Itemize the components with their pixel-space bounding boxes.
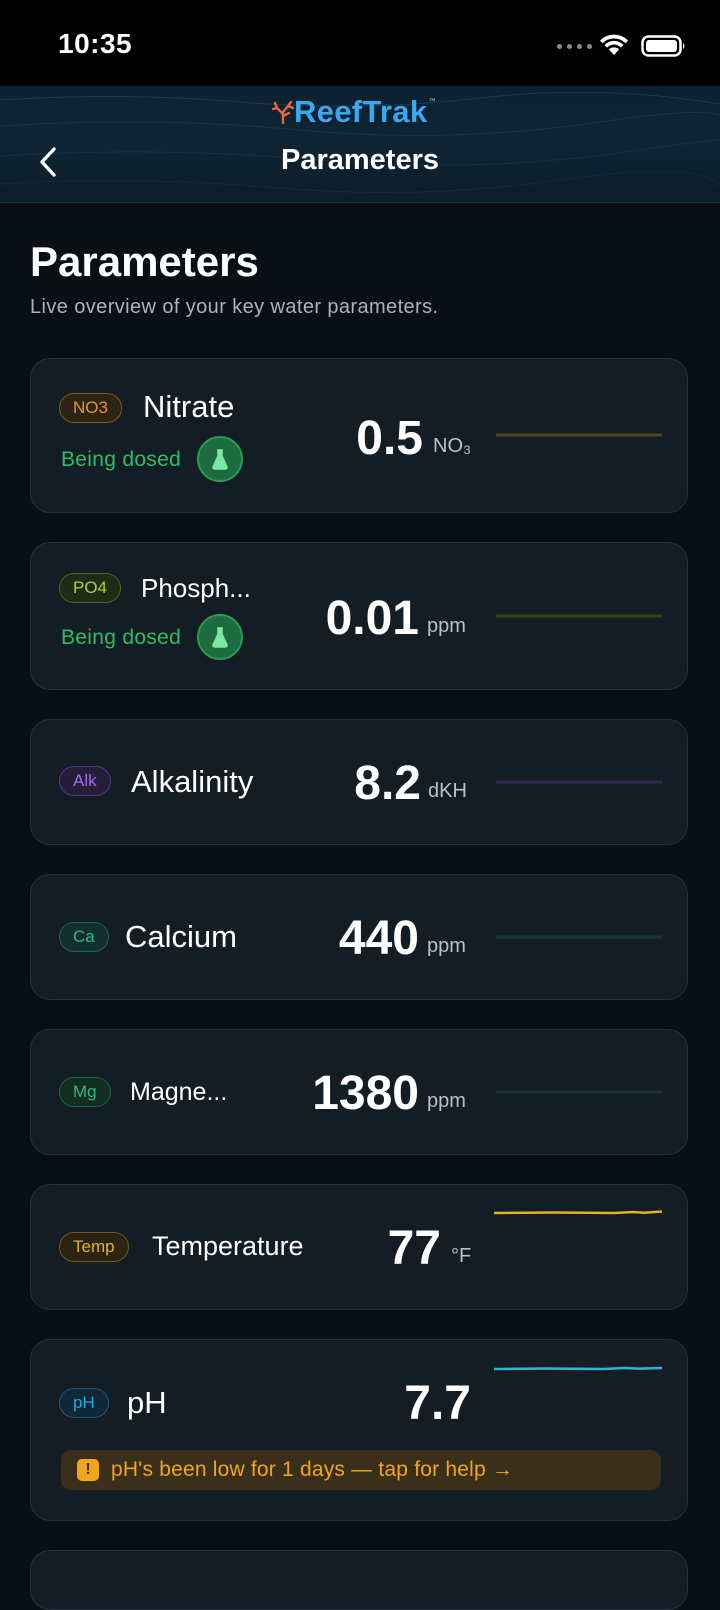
parameter-name: Magne...: [130, 1078, 228, 1106]
parameter-unit: ppm: [427, 615, 466, 637]
status-time: 10:35: [58, 28, 133, 59]
parameter-tag: PO4: [59, 573, 122, 603]
nav-header: ReefTrak ™ Parameters: [0, 86, 720, 203]
nav-title: Parameters: [281, 144, 439, 176]
parameter-unit: NO₃: [433, 435, 472, 457]
parameter-tag: Mg: [59, 1077, 111, 1107]
dosing-status: Being dosed: [61, 448, 182, 471]
parameter-value: 1380: [312, 1067, 419, 1120]
cellular-signal-icon: [557, 44, 592, 49]
parameter-unit: °F: [451, 1245, 472, 1267]
battery-icon: [641, 35, 685, 57]
parameter-card-ph[interactable]: pH pH 7.7 ! pH's been low for 1 days — t…: [30, 1339, 688, 1521]
logo-trademark: ™: [428, 97, 436, 105]
page-subtitle: Live overview of your key water paramete…: [30, 296, 439, 318]
coral-icon: [272, 100, 294, 124]
trend-sparkline: [496, 614, 662, 618]
app-logo: ReefTrak ™: [272, 94, 435, 130]
parameter-card-magnesium[interactable]: Mg Magne... 1380 ppm: [30, 1029, 688, 1155]
parameter-value: 77: [387, 1222, 441, 1275]
parameter-card-phosphate[interactable]: PO4 Phosph... Being dosed 0.01 ppm: [30, 542, 688, 690]
parameter-tag: NO3: [59, 393, 122, 423]
parameter-card-calcium[interactable]: Ca Calcium 440 ppm: [30, 874, 688, 1000]
alert-text: pH's been low for 1 days — tap for help …: [111, 1458, 514, 1481]
parameter-name: Nitrate: [143, 389, 235, 424]
parameter-value: 0.01: [325, 592, 419, 645]
trend-sparkline: [496, 433, 662, 437]
parameter-card-temperature[interactable]: Temp Temperature 77 °F: [30, 1184, 688, 1310]
dosing-flask-button[interactable]: [197, 436, 243, 482]
parameter-name: Temperature: [152, 1231, 304, 1261]
parameter-name: pH: [127, 1385, 167, 1420]
parameter-value: 440: [338, 912, 419, 965]
parameter-name: Phosph...: [141, 573, 251, 603]
parameter-tag: pH: [59, 1388, 109, 1418]
logo-text: ReefTrak: [294, 94, 428, 129]
parameter-value: 0.5: [356, 412, 423, 465]
dosing-flask-button[interactable]: [197, 614, 243, 660]
parameter-unit: ppm: [427, 935, 466, 957]
parameter-card-alkalinity[interactable]: Alk Alkalinity 8.2 dKH: [30, 719, 688, 845]
trend-sparkline: [496, 935, 662, 939]
trend-sparkline: [494, 1210, 663, 1215]
parameter-tag: Alk: [59, 766, 111, 796]
parameter-card-nitrate[interactable]: NO3 Nitrate Being dosed 0.5 NO₃: [30, 358, 688, 513]
parameter-value: 7.7: [404, 1377, 471, 1430]
parameter-card-next[interactable]: [30, 1550, 688, 1610]
parameter-value: 8.2: [354, 757, 421, 810]
flask-icon: [212, 627, 228, 648]
status-bar: 10:35: [0, 0, 720, 86]
parameter-unit: ppm: [427, 1090, 466, 1112]
page-title: Parameters: [30, 238, 259, 285]
parameter-unit: dKH: [428, 780, 467, 802]
trend-sparkline: [494, 1366, 663, 1371]
flask-icon: [212, 449, 228, 470]
ph-alert-banner[interactable]: ! pH's been low for 1 days — tap for hel…: [61, 1450, 661, 1490]
alert-icon: !: [77, 1459, 99, 1481]
parameter-name: Calcium: [125, 919, 237, 954]
trend-sparkline: [496, 1090, 662, 1094]
wifi-icon: [600, 34, 628, 55]
parameter-name: Alkalinity: [131, 764, 254, 799]
dosing-status: Being dosed: [61, 626, 182, 649]
parameter-tag: Temp: [59, 1232, 129, 1262]
parameter-tag: Ca: [59, 922, 109, 952]
trend-sparkline: [496, 780, 662, 784]
